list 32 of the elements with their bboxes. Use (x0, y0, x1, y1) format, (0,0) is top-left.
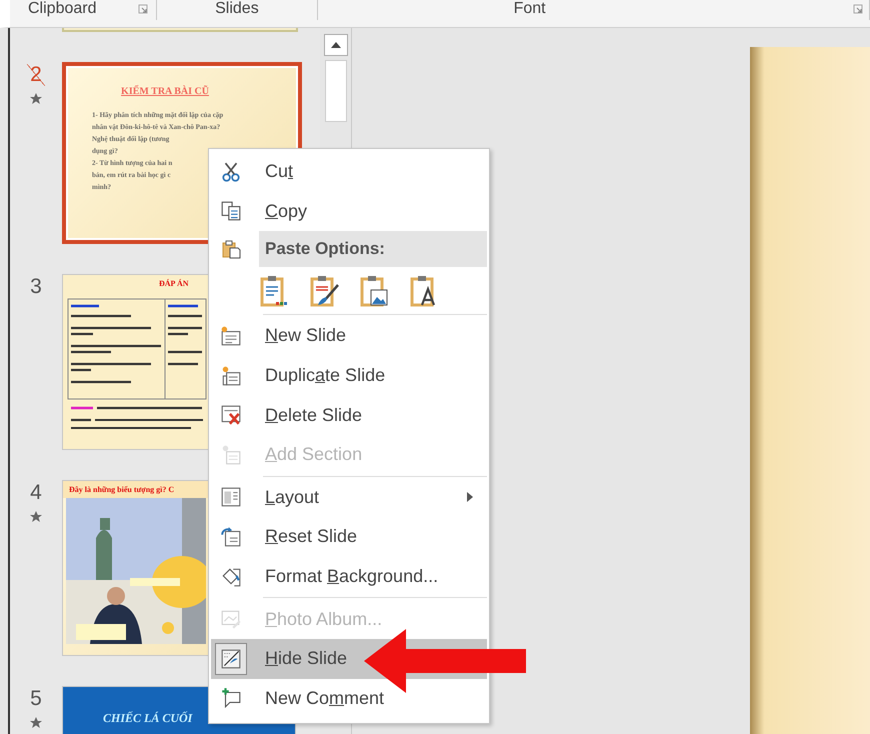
dialog-launcher-icon[interactable] (138, 4, 148, 14)
dialog-launcher-icon[interactable] (853, 4, 863, 14)
menu-item-icon (220, 444, 242, 466)
slide-title: ĐÁP ÁN (159, 279, 189, 288)
menu-item-icon (220, 648, 242, 670)
slide-number: 5 (30, 688, 42, 710)
ribbon-group-label: Slides (215, 0, 259, 18)
clipboard-brush-icon (310, 275, 340, 308)
menu-item-icon (220, 566, 242, 588)
menu-item-icon (220, 404, 242, 426)
menu-item-icon (220, 486, 242, 508)
menu-item-icon (220, 687, 242, 710)
menu-item-icon (220, 160, 242, 183)
paste-options-header: Paste Options: (259, 231, 487, 268)
menu-item-icon (220, 364, 242, 387)
slide-number: 3 (30, 276, 42, 298)
clipboard-picture-icon (360, 275, 390, 308)
menu-item-icon (220, 608, 242, 630)
slide-title: KIỂM TRA BÀI CŨ (121, 86, 209, 97)
paste-option-button[interactable] (309, 273, 341, 310)
ribbon-group-label: Font (514, 0, 546, 18)
slide-title: CHIẾC LÁ CUỐI (103, 710, 192, 726)
slide-number: 4 (30, 482, 42, 504)
menu-item-icon (220, 526, 242, 548)
clipboard-icon (221, 239, 241, 260)
scrollbar-thumb[interactable] (324, 60, 346, 122)
ribbon-group-label: Clipboard (28, 0, 96, 18)
menu-item-icon (220, 324, 242, 347)
scroll-up-button[interactable] (324, 34, 348, 56)
up-arrow-icon (330, 42, 340, 48)
menu-item-icon (220, 200, 242, 222)
clipboard-text-icon (260, 275, 290, 308)
